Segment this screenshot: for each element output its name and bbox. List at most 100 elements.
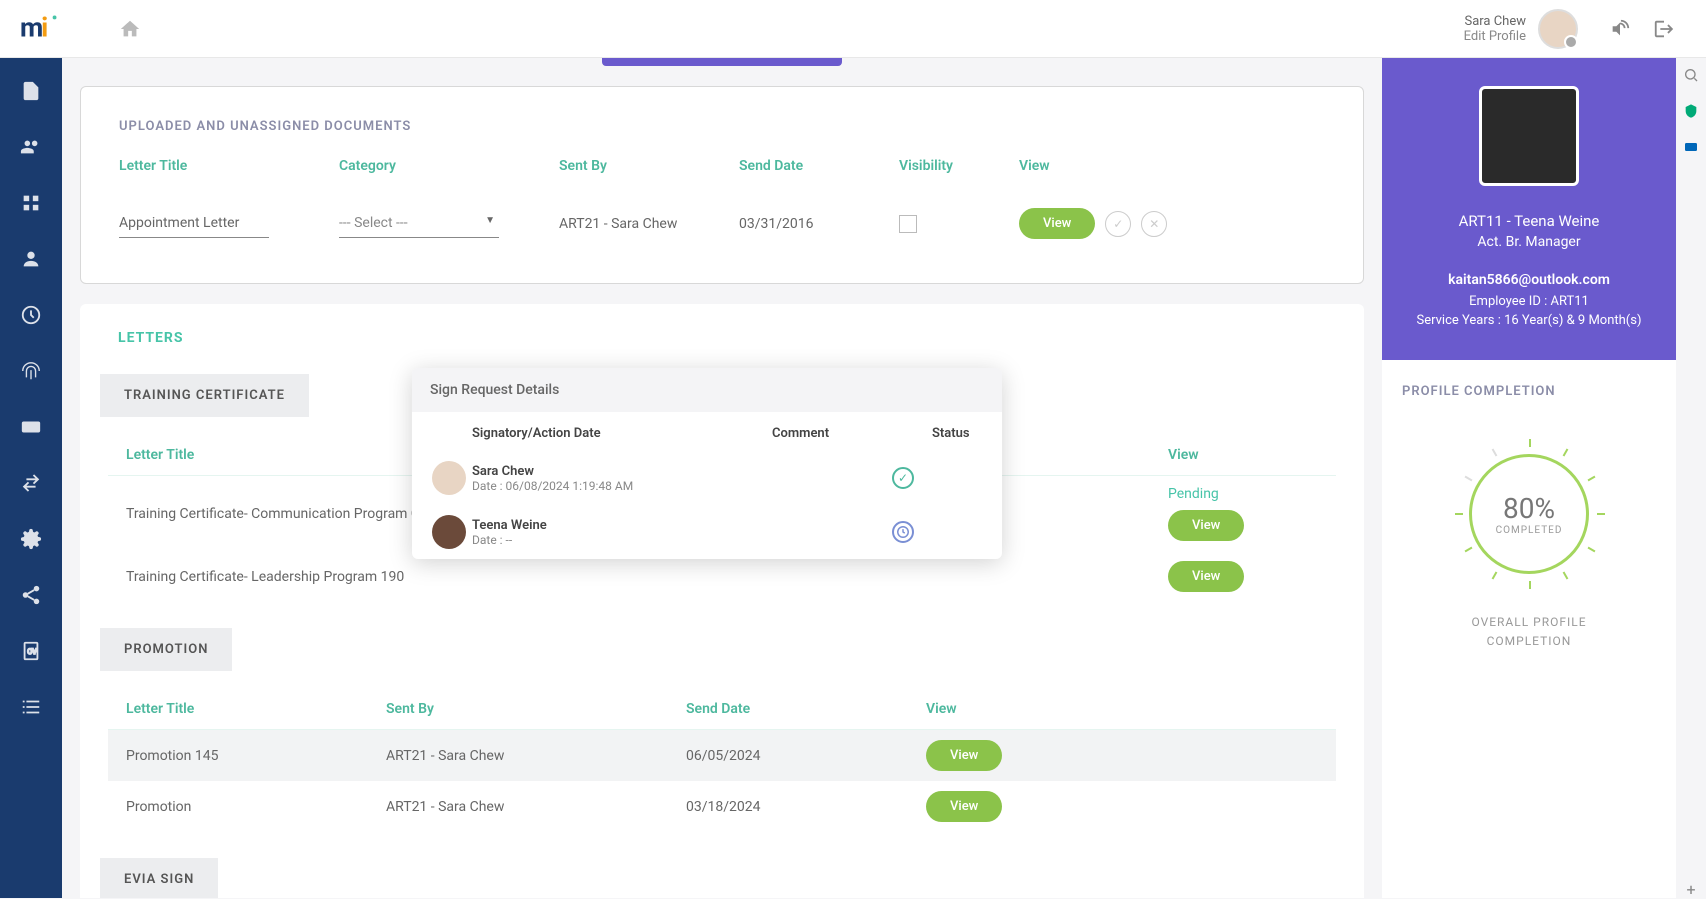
nav-fingerprint-icon[interactable] (18, 358, 44, 384)
signatory-name: Teena Weine (472, 518, 732, 533)
popover-title: Sign Request Details (412, 368, 1002, 412)
completion-sub2: COMPLETION (1402, 632, 1656, 651)
view-button[interactable]: View (1168, 510, 1244, 541)
svg-text:m: m (20, 11, 43, 43)
promo-col-view: View (926, 701, 1318, 717)
col-view: View (1019, 158, 1325, 174)
signatory-date: Date : 06/08/2024 1:19:48 AM (472, 479, 732, 493)
doc-row: --- Select --- ART21 - Sara Chew 03/31/2… (119, 194, 1325, 253)
announcement-icon[interactable] (1608, 17, 1632, 41)
nav-cv-icon[interactable]: CV (18, 638, 44, 664)
view-button[interactable]: View (1168, 561, 1244, 592)
svg-text:CV: CV (27, 647, 37, 656)
outlook-icon[interactable] (1682, 138, 1700, 156)
view-button[interactable]: View (926, 791, 1002, 822)
profile-name: ART11 - Teena Weine (1402, 212, 1656, 230)
promo-date: 06/05/2024 (686, 748, 926, 764)
signatory-avatar (432, 461, 466, 495)
nav-swap-icon[interactable] (18, 470, 44, 496)
side-navigation: CV (0, 58, 62, 898)
nav-people-icon[interactable] (18, 134, 44, 160)
visibility-checkbox[interactable] (899, 215, 917, 233)
far-right-bar: + (1676, 58, 1706, 898)
profile-role: Act. Br. Manager (1402, 234, 1656, 250)
app-logo[interactable]: mi (20, 11, 68, 47)
col-sent-by: Sent By (559, 158, 719, 174)
signatory-name: Sara Chew (472, 464, 732, 479)
letter-title-input[interactable] (119, 209, 269, 238)
training-row-title: Training Certificate- Leadership Program… (126, 569, 526, 585)
purple-accent (602, 58, 842, 66)
right-panel: ART11 - Teena Weine Act. Br. Manager kai… (1382, 58, 1676, 898)
signatory-row: Teena Weine Date : -- (412, 505, 1002, 559)
svg-text:i: i (41, 11, 48, 43)
training-col-view: View (1168, 447, 1318, 463)
status-done-icon: ✓ (892, 467, 914, 489)
col-visibility: Visibility (899, 158, 999, 174)
nav-settings-icon[interactable] (18, 526, 44, 552)
col-category: Category (339, 158, 539, 174)
completion-card: PROFILE COMPLETION 80% COMPLETED O (1382, 360, 1676, 898)
profile-photo (1479, 86, 1579, 186)
completion-sub1: OVERALL PROFILE (1402, 613, 1656, 632)
approve-icon[interactable]: ✓ (1105, 211, 1131, 237)
profile-header: ART11 - Teena Weine Act. Br. Manager kai… (1382, 58, 1676, 360)
popover-col-status: Status (932, 426, 1012, 441)
nav-document-icon[interactable] (18, 78, 44, 104)
tab-promotion[interactable]: PROMOTION (100, 628, 232, 671)
category-select[interactable]: --- Select --- (339, 209, 499, 238)
top-bar: mi Sara Chew Edit Profile (0, 0, 1706, 58)
pending-status-link[interactable]: Pending (1168, 486, 1219, 502)
tab-evia-sign[interactable]: EVIA SIGN (100, 858, 218, 898)
promo-row: Promotion ART21 - Sara Chew 03/18/2024 V… (108, 781, 1336, 832)
promo-sentby: ART21 - Sara Chew (386, 799, 686, 815)
reject-icon[interactable]: ✕ (1141, 211, 1167, 237)
sign-request-popover: Sign Request Details Signatory/Action Da… (412, 368, 1002, 559)
user-avatar[interactable] (1538, 9, 1578, 49)
completion-gauge: 80% COMPLETED (1454, 439, 1604, 589)
sent-by-cell: ART21 - Sara Chew (559, 216, 719, 232)
nav-time-icon[interactable] (18, 302, 44, 328)
home-button[interactable] (108, 7, 152, 51)
nav-card-icon[interactable] (18, 414, 44, 440)
signatory-date: Date : -- (472, 533, 732, 547)
search-icon[interactable] (1682, 66, 1700, 84)
nav-org-icon[interactable] (18, 190, 44, 216)
promo-row: Promotion 145 ART21 - Sara Chew 06/05/20… (108, 730, 1336, 781)
col-letter-title: Letter Title (119, 158, 319, 174)
uploaded-section-title: UPLOADED AND UNASSIGNED DOCUMENTS (81, 87, 1363, 158)
completion-percent: 80% (1503, 492, 1555, 525)
promo-title: Promotion (126, 799, 386, 815)
main-content: UPLOADED AND UNASSIGNED DOCUMENTS Letter… (62, 58, 1382, 898)
logout-icon[interactable] (1652, 17, 1676, 41)
completion-title: PROFILE COMPLETION (1402, 384, 1656, 399)
edit-profile-link[interactable]: Edit Profile (1464, 29, 1526, 44)
promo-col-sentby: Sent By (386, 701, 686, 717)
profile-email: kaitan5866@outlook.com (1402, 272, 1656, 288)
view-button[interactable]: View (926, 740, 1002, 771)
promo-title: Promotion 145 (126, 748, 386, 764)
current-user-name: Sara Chew (1464, 14, 1526, 29)
nav-profile-icon[interactable] (18, 246, 44, 272)
completion-label: COMPLETED (1496, 525, 1563, 536)
popover-col-comment: Comment (772, 426, 932, 441)
profile-service: Service Years : 16 Year(s) & 9 Month(s) (1402, 313, 1656, 328)
signatory-row: Sara Chew Date : 06/08/2024 1:19:48 AM ✓ (412, 451, 1002, 505)
nav-list-icon[interactable] (18, 694, 44, 720)
plus-icon[interactable]: + (1682, 880, 1700, 898)
popover-col-signatory: Signatory/Action Date (472, 426, 772, 441)
promo-col-title: Letter Title (126, 701, 386, 717)
send-date-cell: 03/31/2016 (739, 216, 879, 232)
uploaded-documents-card: UPLOADED AND UNASSIGNED DOCUMENTS Letter… (80, 86, 1364, 284)
promo-sentby: ART21 - Sara Chew (386, 748, 686, 764)
signatory-avatar (432, 515, 466, 549)
view-button[interactable]: View (1019, 208, 1095, 239)
col-send-date: Send Date (739, 158, 879, 174)
promo-col-date: Send Date (686, 701, 926, 717)
tab-training-certificate[interactable]: TRAINING CERTIFICATE (100, 374, 309, 417)
user-info: Sara Chew Edit Profile (1464, 14, 1526, 44)
nav-share-icon[interactable] (18, 582, 44, 608)
promo-date: 03/18/2024 (686, 799, 926, 815)
shield-icon[interactable] (1682, 102, 1700, 120)
profile-emp-id: Employee ID : ART11 (1402, 294, 1656, 309)
